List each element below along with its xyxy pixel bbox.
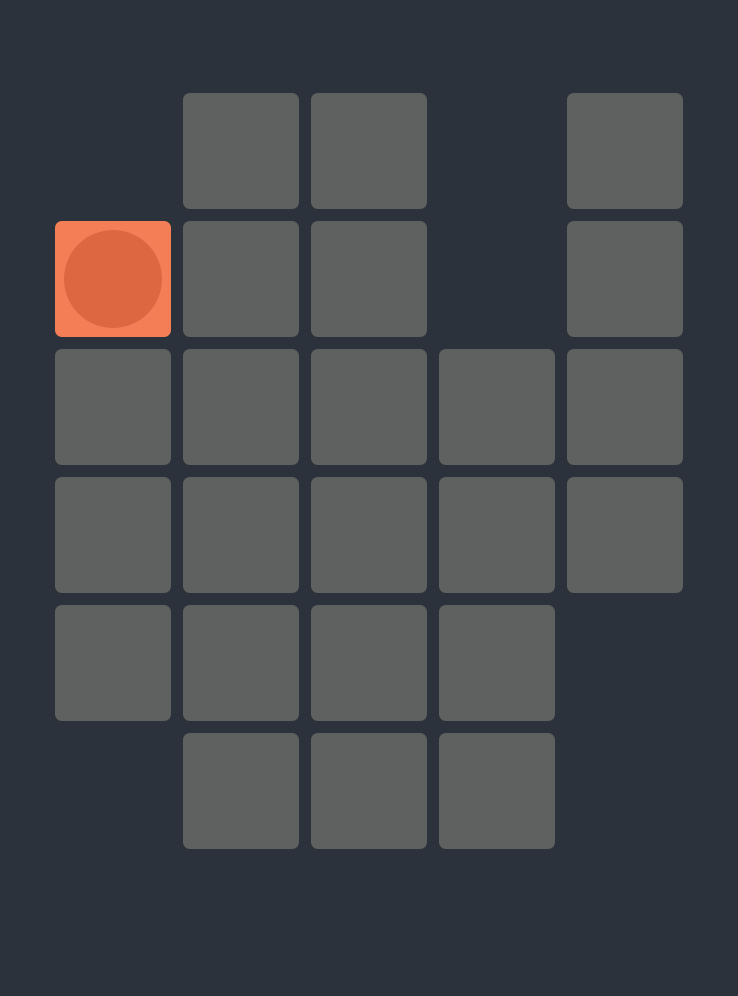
empty-cell [567,733,683,849]
grid-tile[interactable] [567,477,683,593]
grid-tile[interactable] [439,349,555,465]
grid-tile[interactable] [311,733,427,849]
grid-tile[interactable] [55,349,171,465]
grid-tile[interactable] [567,221,683,337]
active-tile[interactable] [55,221,171,337]
grid-tile[interactable] [311,93,427,209]
grid-tile[interactable] [439,733,555,849]
grid-tile[interactable] [311,349,427,465]
grid-tile[interactable] [183,605,299,721]
game-board [0,0,738,996]
grid-tile[interactable] [567,349,683,465]
empty-cell [55,733,171,849]
empty-cell [55,93,171,209]
empty-cell [567,605,683,721]
grid-tile[interactable] [183,221,299,337]
grid-tile[interactable] [55,605,171,721]
grid-tile[interactable] [439,477,555,593]
grid-tile[interactable] [183,733,299,849]
empty-cell [439,93,555,209]
grid-tile[interactable] [55,477,171,593]
grid-tile[interactable] [311,221,427,337]
empty-cell [439,221,555,337]
grid-tile[interactable] [439,605,555,721]
grid-tile[interactable] [183,93,299,209]
tile-grid [55,93,683,849]
grid-tile[interactable] [567,93,683,209]
grid-tile[interactable] [311,605,427,721]
player-token [64,230,162,328]
grid-tile[interactable] [311,477,427,593]
grid-tile[interactable] [183,349,299,465]
grid-tile[interactable] [183,477,299,593]
